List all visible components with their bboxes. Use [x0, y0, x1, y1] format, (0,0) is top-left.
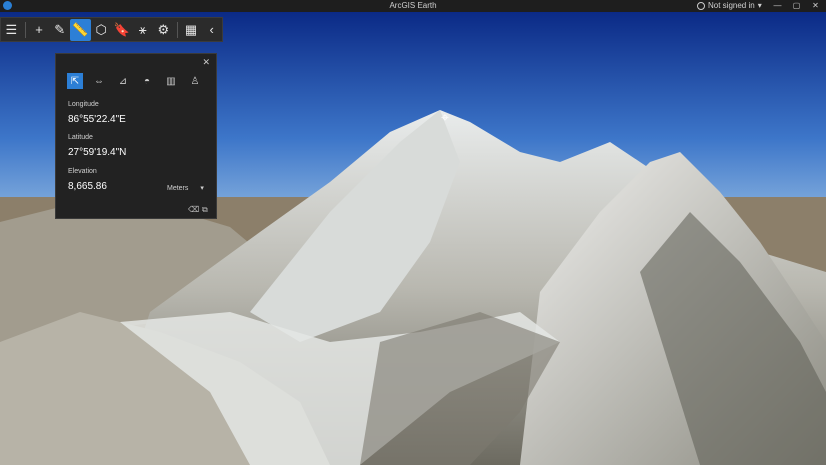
unit-value: Meters [167, 185, 189, 192]
location-tool-button[interactable]: ⇱ [67, 73, 83, 89]
share-button[interactable]: ⚹ [132, 19, 153, 41]
title-bar: ArcGIS Earth Not signed in ▾ — ▢ ✕ [0, 0, 826, 12]
toolbar-divider [24, 21, 26, 38]
crosshair-icon: ⌖ [441, 110, 449, 126]
settings-button[interactable]: ⚙ [153, 19, 174, 41]
longitude-value: 86°55'22.4"E [68, 114, 126, 125]
location-icon: ⇱ [70, 75, 80, 87]
height-icon: ⊿ [118, 75, 128, 87]
distance-icon: ⇔ [94, 75, 104, 87]
analysis-button[interactable]: ⬡ [91, 19, 112, 41]
bookmark-icon: 🔖 [113, 21, 130, 37]
share-icon: ⚹ [138, 21, 147, 37]
close-window-button[interactable]: ✕ [806, 0, 825, 12]
toolbar-divider [176, 21, 178, 38]
draw-button[interactable]: ✎ [49, 19, 70, 41]
elevation-icon: ♙ [190, 75, 200, 87]
latitude-label: Latitude [68, 134, 93, 141]
window-controls: — ▢ ✕ [768, 0, 825, 12]
plus-icon: + [35, 22, 43, 37]
area-tool-button[interactable]: ◓ [139, 73, 155, 89]
chevron-down-icon: ▾ [200, 185, 204, 192]
elevation-tool-button[interactable]: ♙ [187, 73, 203, 89]
chevron-left-icon: ‹ [209, 22, 214, 37]
height-tool-button[interactable]: ⊿ [115, 73, 131, 89]
gear-icon: ⚙ [157, 21, 170, 37]
user-avatar-icon [697, 1, 705, 10]
add-data-button[interactable]: + [29, 19, 50, 41]
menu-icon: ☰ [5, 21, 18, 37]
measure-button[interactable]: 📏 [70, 18, 91, 41]
area-icon: ◓ [143, 75, 151, 87]
clear-icon[interactable]: ⌫ [188, 205, 199, 214]
latitude-value: 27°59'19.4"N [68, 147, 127, 158]
ruler-icon: 📏 [72, 21, 89, 37]
minimize-button[interactable]: — [768, 0, 787, 12]
longitude-label: Longitude [68, 101, 99, 108]
menu-button[interactable]: ☰ [1, 19, 22, 41]
collapse-toolbar-button[interactable]: ‹ [201, 19, 222, 41]
grid-icon: ▦ [184, 21, 198, 37]
measure-tools: ⇱ ⇔ ⊿ ◓ ▥ ♙ [67, 73, 203, 89]
distance-tool-button[interactable]: ⇔ [91, 73, 107, 89]
user-menu[interactable]: Not signed in ▾ [697, 1, 762, 10]
chevron-down-icon: ▾ [757, 1, 762, 10]
pencil-icon: ✎ [54, 21, 66, 37]
slope-tool-button[interactable]: ▥ [163, 73, 179, 89]
user-status: Not signed in [708, 1, 755, 10]
unit-select[interactable]: Meters ▾ [167, 184, 204, 192]
elevation-value: 8,665.86 [68, 181, 107, 192]
measure-panel: ✕ ⇱ ⇔ ⊿ ◓ ▥ ♙ Longitude 86°55'22.4"E Lat… [55, 53, 217, 219]
close-panel-button[interactable]: ✕ [202, 57, 210, 68]
main-toolbar: ☰ + ✎ 📏 ⬡ 🔖 ⚹ ⚙ ▦ ‹ [0, 17, 223, 42]
bookmark-button[interactable]: 🔖 [112, 19, 133, 41]
cube-icon: ⬡ [95, 21, 107, 37]
basemap-button[interactable]: ▦ [181, 19, 202, 41]
copy-icon[interactable]: ⧉ [202, 205, 208, 215]
slope-icon: ▥ [166, 75, 176, 87]
elevation-label: Elevation [68, 168, 97, 175]
maximize-button[interactable]: ▢ [787, 0, 806, 12]
